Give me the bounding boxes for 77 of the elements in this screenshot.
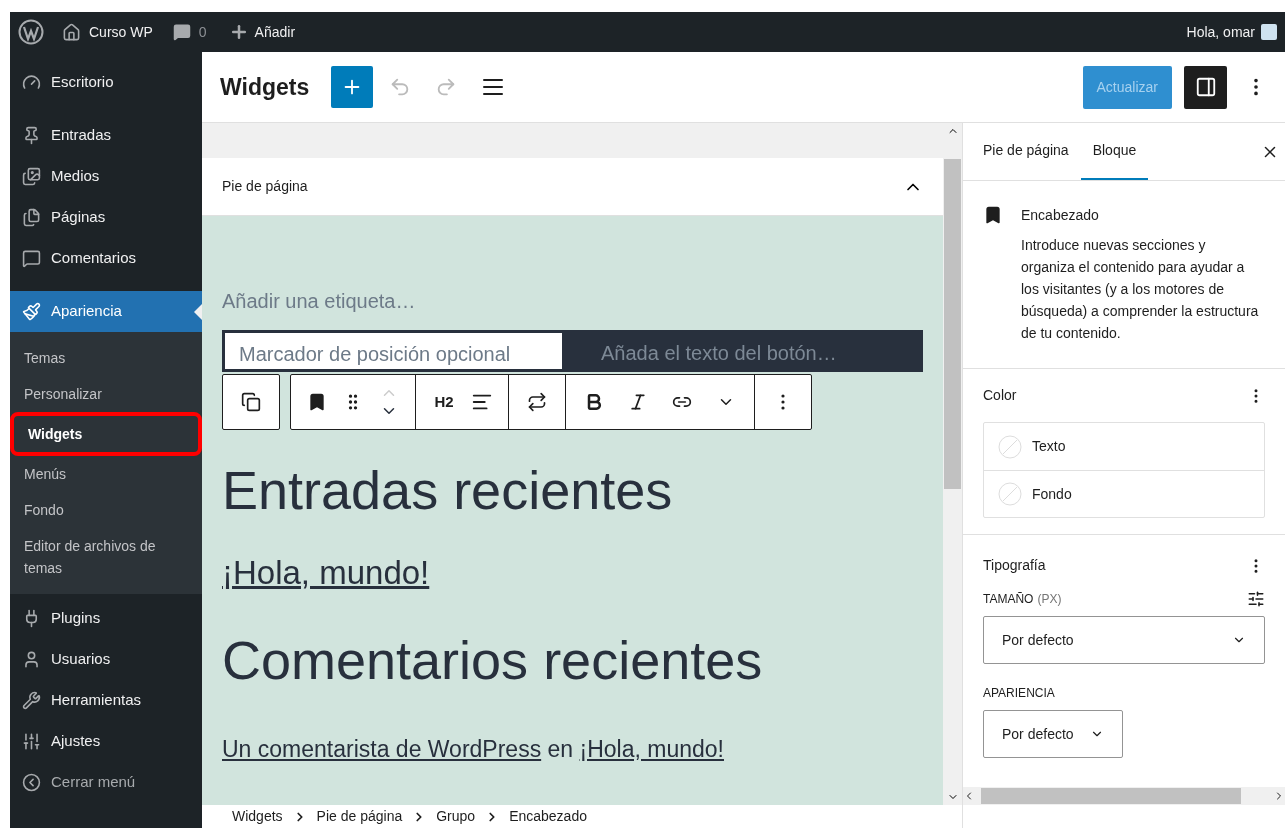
logo-icon[interactable] <box>18 19 44 45</box>
search-button[interactable]: Añada el texto del botón… <box>565 330 923 372</box>
submenu-item[interactable]: Widgets <box>10 412 202 456</box>
block-description: Introduce nuevas secciones y organiza el contenido para ayudar a los visitantes (y a los motores de búsqueda) a comprender la estructura de tu contenido. <box>1021 236 1259 343</box>
sidebar-item[interactable]: Herramientas <box>10 680 202 721</box>
menu-icon <box>22 732 41 751</box>
bookmark-icon <box>983 205 1003 225</box>
no-color-icon <box>998 434 1022 459</box>
menu-icon <box>22 773 41 792</box>
field-label: APARIENCIA <box>983 685 1056 702</box>
post-link[interactable]: ¡Hola, mundo! <box>579 735 724 762</box>
new-link[interactable]: Añadir <box>228 21 296 43</box>
settings-button[interactable] <box>1184 65 1227 109</box>
section-title: Color <box>983 386 1017 405</box>
menu-icon <box>22 302 41 321</box>
sidebar-item[interactable]: Comentarios <box>10 238 202 279</box>
submenu-item[interactable]: Editor de archivos de temas <box>10 528 202 586</box>
sidebar-item[interactable]: Páginas <box>10 197 202 238</box>
vertical-scrollbar[interactable] <box>943 123 962 805</box>
post-link[interactable]: ¡Hola, mundo! <box>222 548 430 598</box>
color-option[interactable]: Texto <box>984 423 1264 470</box>
menu-icon <box>22 650 41 669</box>
comment-joiner: en <box>547 735 574 762</box>
page-title: Widgets <box>220 72 310 102</box>
menu-icon <box>22 249 41 268</box>
sidebar-item[interactable]: Medios <box>10 156 202 197</box>
submenu-item[interactable]: Personalizar <box>10 376 202 412</box>
color-option[interactable]: Fondo <box>984 470 1264 517</box>
size-select[interactable]: Por defecto <box>983 616 1265 664</box>
heading-level-button[interactable]: H2 <box>424 375 464 429</box>
menu-icon <box>22 167 41 186</box>
breadcrumb-item[interactable]: Encabezado <box>509 806 587 827</box>
italic-icon <box>628 392 648 412</box>
unit-label: (PX) <box>1037 591 1062 608</box>
section-title: Tipografía <box>983 556 1046 575</box>
more-icon <box>781 394 785 410</box>
account-link[interactable]: Hola, omar <box>1186 21 1277 43</box>
avatar-icon <box>1261 24 1277 40</box>
block-name: Encabezado <box>1021 206 1100 225</box>
field-label: TAMAÑO <box>983 591 1034 608</box>
horizontal-scrollbar[interactable] <box>963 787 1285 805</box>
menu-icon <box>22 208 41 227</box>
author-link[interactable]: Un comentarista de WordPress <box>222 735 542 762</box>
sidebar-item[interactable]: Apariencia <box>10 291 202 332</box>
submenu-item[interactable]: Fondo <box>10 492 202 528</box>
transform-icon <box>527 392 547 412</box>
appearance-select[interactable]: Por defecto <box>983 710 1123 758</box>
inspector-tab[interactable]: Pie de página <box>971 123 1081 180</box>
sidebar-item[interactable]: Usuarios <box>10 639 202 680</box>
breadcrumb-item[interactable]: Grupo <box>436 806 476 827</box>
inspector-tab[interactable]: Bloque <box>1080 123 1149 180</box>
recent-comments-heading: Comentarios recientes <box>222 629 764 690</box>
sidebar-item[interactable]: Cerrar menú <box>10 762 202 803</box>
submenu-item[interactable]: Temas <box>10 340 202 376</box>
comment-icon <box>172 23 191 41</box>
bookmark-icon <box>307 392 327 412</box>
menu-icon <box>22 73 41 92</box>
home-icon <box>62 22 81 42</box>
no-color-icon <box>998 482 1022 506</box>
comments-link[interactable]: 0 <box>172 21 207 43</box>
breadcrumb-item[interactable]: Pie de página <box>316 806 403 827</box>
recent-posts-heading: Entradas recientes <box>222 460 674 520</box>
submenu-item[interactable]: Menús <box>10 456 202 492</box>
sidebar-icon <box>1194 76 1217 98</box>
breadcrumb-item[interactable]: Widgets <box>232 806 283 827</box>
menu-icon <box>22 126 41 145</box>
add-block-button[interactable] <box>331 66 374 108</box>
widget-area-header[interactable]: Pie de página <box>202 158 943 216</box>
sidebar-item[interactable]: Entradas <box>10 115 202 156</box>
copy-icon <box>241 392 261 412</box>
sidebar-item[interactable]: Ajustes <box>10 721 202 762</box>
sidebar-item[interactable]: Escritorio <box>10 62 202 103</box>
search-input-field[interactable]: Marcador de posición opcional <box>222 330 565 372</box>
sliders-icon[interactable] <box>1247 590 1265 608</box>
menu-icon <box>22 691 41 710</box>
sidebar-item[interactable]: Plugins <box>10 598 202 639</box>
site-link[interactable]: Curso WP <box>62 21 153 43</box>
